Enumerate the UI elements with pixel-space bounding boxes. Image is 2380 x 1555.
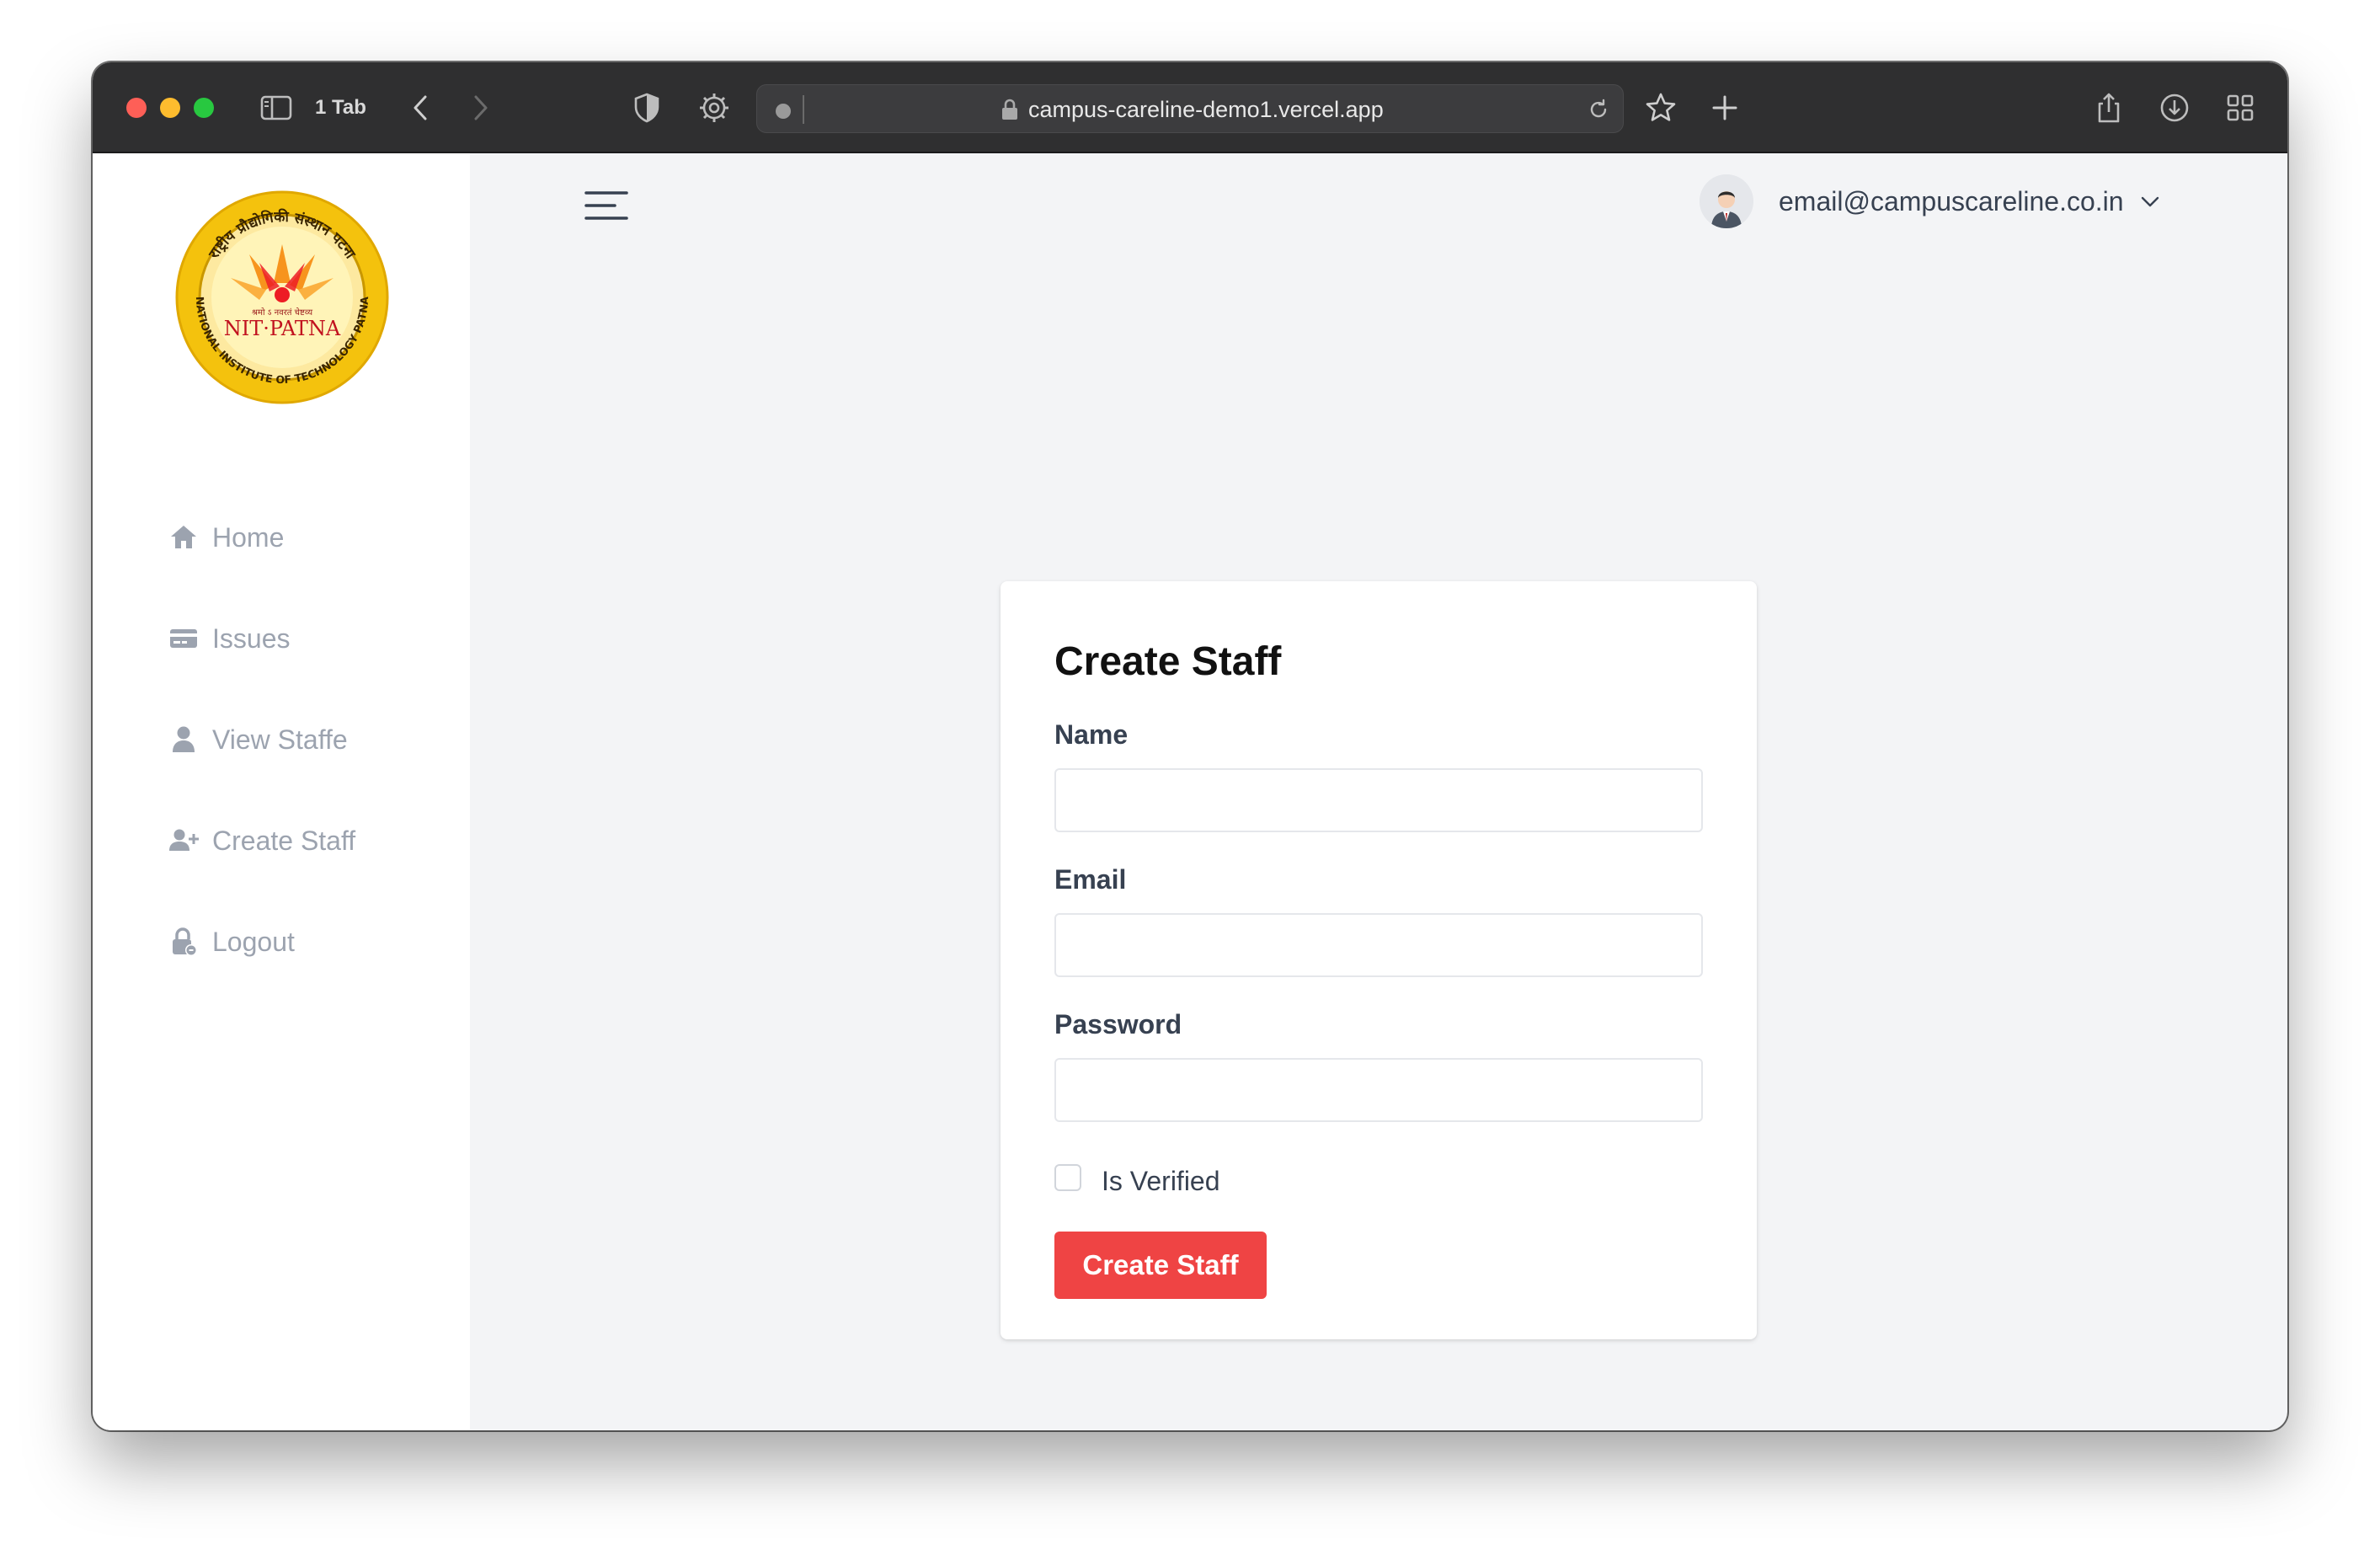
sidebar-toggle-icon[interactable] [259, 91, 293, 125]
sidebar-item-label: Issues [212, 623, 291, 654]
url-text[interactable]: campus-careline-demo1.vercel.app [1028, 97, 1384, 122]
password-label: Password [1054, 1009, 1182, 1039]
back-icon[interactable] [404, 91, 438, 125]
card-icon [167, 622, 200, 655]
sidebar-item-home[interactable]: Home [167, 512, 436, 563]
minimize-window-button[interactable] [160, 98, 180, 118]
password-field[interactable] [1054, 1058, 1703, 1122]
create-staff-button[interactable]: Create Staff [1054, 1232, 1267, 1299]
home-icon [167, 521, 200, 554]
tab-count[interactable]: 1 Tab [315, 96, 366, 120]
user-menu[interactable]: email@campuscareline.co.in [1700, 172, 2205, 231]
shield-icon[interactable] [630, 91, 664, 125]
user-email[interactable]: email@campuscareline.co.in [1779, 186, 2124, 216]
sidebar-item-label: Create Staff [212, 826, 356, 856]
hamburger-menu-icon[interactable] [584, 189, 628, 222]
email-label: Email [1054, 864, 1127, 895]
create-staff-card: Create Staff Name Email Password Is Veri… [1001, 581, 1757, 1339]
browser-window: 1 Tab campus-careline-demo1.vercel.app र… [93, 62, 2287, 1430]
chevron-down-icon[interactable] [2139, 190, 2161, 212]
reload-icon[interactable] [1586, 97, 1611, 122]
share-icon[interactable] [2092, 91, 2126, 125]
is-verified-label: Is Verified [1102, 1166, 1220, 1196]
address-bar[interactable]: campus-careline-demo1.vercel.app [756, 84, 1624, 133]
is-verified-row: Is Verified [1054, 1159, 1220, 1196]
browser-toolbar: 1 Tab campus-careline-demo1.vercel.app [93, 62, 2287, 153]
name-field[interactable] [1054, 768, 1703, 832]
sidebar-item-create-staff[interactable]: Create Staff [167, 815, 436, 866]
email-field[interactable] [1054, 913, 1703, 977]
avatar[interactable] [1700, 174, 1753, 228]
address-bar-divider [803, 95, 804, 124]
bookmark-star-icon[interactable] [1644, 91, 1678, 125]
new-tab-plus-icon[interactable] [1708, 91, 1742, 125]
tab-overview-icon[interactable] [2223, 91, 2257, 125]
close-window-button[interactable] [126, 98, 147, 118]
sidebar-item-view-staffe[interactable]: View Staffe [167, 714, 436, 765]
nit-patna-logo[interactable]: राष्ट्रीय प्रौद्योगिकी संस्थान पटना NATI… [175, 190, 389, 404]
extension-gear-icon[interactable] [697, 91, 731, 125]
lock-icon [167, 925, 200, 959]
sidebar-item-label: View Staffe [212, 724, 348, 755]
page-title: Create Staff [1054, 639, 1282, 684]
user-icon [167, 723, 200, 756]
site-status-icon [776, 104, 791, 119]
is-verified-checkbox[interactable] [1054, 1164, 1081, 1191]
sidebar-item-issues[interactable]: Issues [167, 613, 436, 664]
sidebar-item-logout[interactable]: Logout [167, 916, 436, 967]
logo-name: NIT·PATNA [224, 317, 341, 340]
sidebar: राष्ट्रीय प्रौद्योगिकी संस्थान पटना NATI… [93, 153, 470, 1430]
main-content: email@campuscareline.co.in Create Staff … [470, 153, 2287, 1430]
downloads-icon[interactable] [2158, 91, 2191, 125]
sidebar-item-label: Logout [212, 927, 295, 957]
zoom-window-button[interactable] [194, 98, 214, 118]
name-label: Name [1054, 719, 1129, 750]
user-plus-icon [167, 824, 200, 858]
lock-icon [1002, 99, 1017, 120]
forward-icon[interactable] [463, 91, 497, 125]
sidebar-item-label: Home [212, 522, 285, 553]
